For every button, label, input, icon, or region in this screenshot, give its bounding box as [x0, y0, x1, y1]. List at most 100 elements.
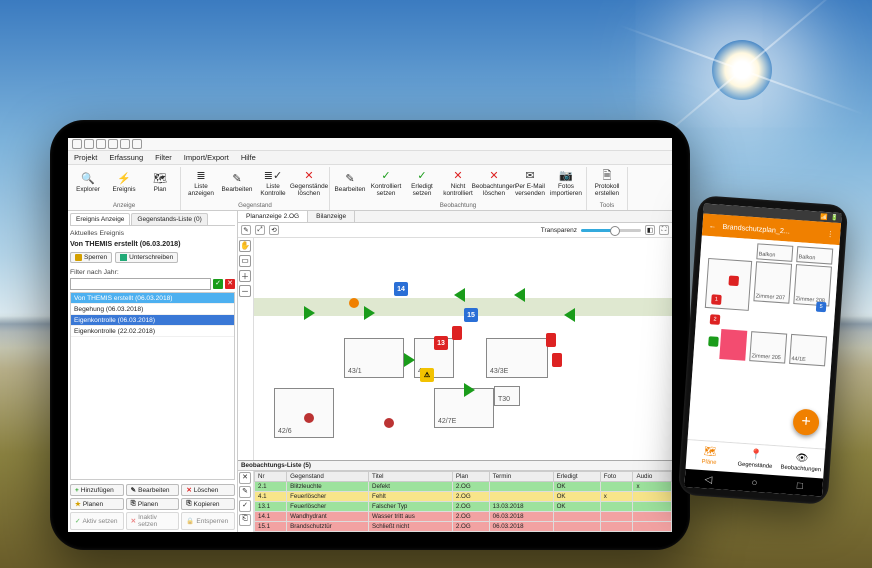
obs-tool-icon[interactable]: ✕ [239, 472, 251, 484]
qat-icon[interactable] [108, 139, 118, 149]
plan-marker[interactable]: 14 [394, 282, 408, 296]
room[interactable]: 42/6 [274, 388, 334, 438]
action-planen-button[interactable]: ⎘Planen [126, 498, 180, 510]
event-list-item[interactable]: Eigenkontrolle (06.03.2018) [71, 315, 234, 326]
unterschreiben-button[interactable]: Unterschreiben [115, 252, 178, 263]
plan-tool-icon[interactable]: ◧ [645, 225, 655, 235]
marker-dot-icon[interactable] [304, 413, 314, 423]
tab-ereignis-anzeige[interactable]: Ereignis Anzeige [70, 213, 130, 225]
menu-filter[interactable]: Filter [155, 153, 172, 162]
fab-add-button[interactable]: + [792, 408, 820, 436]
nav-home-icon[interactable]: ○ [751, 477, 758, 488]
kontrolliert-button[interactable]: ✓Kontrolliert setzen [368, 167, 404, 201]
obs-col-header[interactable]: Gegenstand [287, 472, 369, 482]
menu-hilfe[interactable]: Hilfe [241, 153, 256, 162]
liste-anzeigen-button[interactable]: ≣Liste anzeigen [183, 167, 219, 201]
erledigt-button[interactable]: ✓Erledigt setzen [404, 167, 440, 201]
filter-apply-button[interactable]: ✓ [213, 279, 223, 289]
mobile-room[interactable]: Zimmer 207 [753, 261, 792, 303]
event-list-item[interactable]: Begehung (06.03.2018) [71, 304, 234, 315]
qat-icon[interactable] [132, 139, 142, 149]
mobile-plan-marker[interactable]: 1 [711, 294, 722, 305]
obs-tool-icon[interactable]: ⎗ [239, 514, 251, 526]
filter-clear-button[interactable]: ✕ [225, 279, 235, 289]
tab-gegenstands-liste[interactable]: Gegenstands-Liste (0) [131, 213, 207, 225]
fire-extinguisher-icon[interactable] [452, 326, 462, 340]
liste-kontrolle-button[interactable]: ≣✓Liste Kontrolle [255, 167, 291, 201]
fire-extinguisher-icon[interactable] [546, 333, 556, 347]
room[interactable]: 43/1 [344, 338, 404, 378]
qat-icon[interactable] [96, 139, 106, 149]
transparency-slider[interactable] [581, 229, 641, 232]
room[interactable]: 43/3E [486, 338, 548, 378]
menu-importexport[interactable]: Import/Export [184, 153, 229, 162]
obs-col-header[interactable]: Erledigt [553, 472, 600, 482]
event-list-item[interactable]: Von THEMIS erstellt (06.03.2018) [71, 293, 234, 304]
menu-erfassung[interactable]: Erfassung [109, 153, 143, 162]
tab-plananzeige[interactable]: Plananzeige 2.OG [238, 211, 308, 222]
sperren-button[interactable]: Sperren [70, 252, 112, 263]
obs-row[interactable]: 15.1BrandschutztürSchließt nicht2.OG06.0… [255, 522, 672, 532]
floor-plan[interactable]: 42/643/14343/3E42/7ET30141513⚠ [254, 238, 672, 460]
mobile-room[interactable]: Balkon [796, 246, 833, 264]
beob-loeschen-button[interactable]: ✕Beobachtungen löschen [476, 167, 512, 201]
plan-tool-icon[interactable]: ⟲ [269, 225, 279, 235]
obs-col-header[interactable]: Nr [255, 472, 287, 482]
obs-row[interactable]: 2.1BlitzleuchteDefekt2.OGOKx [255, 482, 672, 492]
event-list-item[interactable]: Eigenkontrolle (22.02.2018) [71, 326, 234, 337]
obs-row[interactable]: 13.1FeuerlöscherFalscher Typ2.OG13.03.20… [255, 502, 672, 512]
beob-bearbeiten-button[interactable]: ✎Bearbeiten [332, 167, 368, 201]
plan-tool-icon[interactable]: ⤢ [255, 225, 265, 235]
overflow-menu-icon[interactable]: ⋮ [824, 229, 837, 239]
nav-recent-icon[interactable]: □ [796, 480, 803, 491]
back-button[interactable]: ← [706, 220, 719, 230]
qat-icon[interactable] [120, 139, 130, 149]
qat-icon[interactable] [72, 139, 82, 149]
plan-marker[interactable]: 13 [434, 336, 448, 350]
obs-col-header[interactable]: Foto [600, 472, 633, 482]
marker-dot-icon[interactable] [384, 418, 394, 428]
bearbeiten-button[interactable]: ✎Bearbeiten [219, 167, 255, 201]
zoom-out-icon[interactable]: － [239, 285, 251, 297]
obs-col-header[interactable]: Termin [489, 472, 553, 482]
action-bearbeiten-button[interactable]: ✎Bearbeiten [126, 484, 180, 496]
obs-tool-icon[interactable]: ✎ [239, 486, 251, 498]
plan-marker[interactable]: 15 [464, 308, 478, 322]
mobile-plan-marker[interactable]: 2 [710, 314, 721, 325]
tab-bilanzeige[interactable]: Bilanzeige [308, 211, 355, 222]
marker-dot-icon[interactable] [349, 298, 359, 308]
obs-tool-icon[interactable]: ✓ [239, 500, 251, 512]
plan-tool-icon[interactable]: ⛶ [659, 225, 669, 235]
room[interactable]: T30 [494, 386, 520, 406]
nav-pläne[interactable]: 🗺Pläne [686, 440, 734, 472]
obs-row[interactable]: 14.1WandhydrantWasser tritt aus2.OG06.03… [255, 512, 672, 522]
ereignis-button[interactable]: ⚡Ereignis [106, 167, 142, 201]
protokoll-button[interactable]: 🗎Protokoll erstellen [589, 167, 625, 201]
gegenstaende-loeschen-button[interactable]: ✕Gegenstände löschen [291, 167, 327, 201]
qat-icon[interactable] [84, 139, 94, 149]
nicht-kontrolliert-button[interactable]: ✕Nicht kontrolliert [440, 167, 476, 201]
nav-gegenstände[interactable]: 📍Gegenstände [731, 443, 779, 475]
action-kopieren-button[interactable]: ⎘Kopieren [181, 498, 235, 510]
plan-tool-icon[interactable]: ✎ [241, 225, 251, 235]
year-filter-input[interactable] [70, 278, 211, 290]
mobile-room[interactable]: Zimmer 205 [749, 331, 787, 363]
mobile-room[interactable]: 44/1E [789, 334, 827, 366]
obs-row[interactable]: 4.1FeuerlöscherFehlt2.OGOKx [255, 492, 672, 502]
mobile-plan-marker[interactable] [708, 336, 719, 347]
nav-back-icon[interactable]: ◁ [704, 474, 712, 486]
nav-beobachtungen[interactable]: 👁Beobachtungen [777, 446, 825, 478]
plan-button[interactable]: 🗺Plan [142, 167, 178, 201]
mobile-floor-plan[interactable]: + BalkonBalkonZimmer 207Zimmer 20844/1E1… [688, 235, 840, 448]
zoom-in-icon[interactable]: ＋ [239, 270, 251, 282]
mobile-plan-marker[interactable]: 5 [816, 302, 827, 313]
obs-col-header[interactable]: Audio [633, 472, 672, 482]
explorer-button[interactable]: 🔍Explorer [70, 167, 106, 201]
obs-col-header[interactable]: Titel [369, 472, 453, 482]
hand-tool-icon[interactable]: ✋ [239, 240, 251, 252]
select-tool-icon[interactable]: ▭ [239, 255, 251, 267]
mobile-room[interactable]: Zimmer 208 [793, 264, 832, 306]
mobile-plan-marker[interactable] [728, 275, 739, 286]
plan-marker[interactable]: ⚠ [420, 368, 434, 382]
action-planen-button[interactable]: ★Planen [70, 498, 124, 510]
